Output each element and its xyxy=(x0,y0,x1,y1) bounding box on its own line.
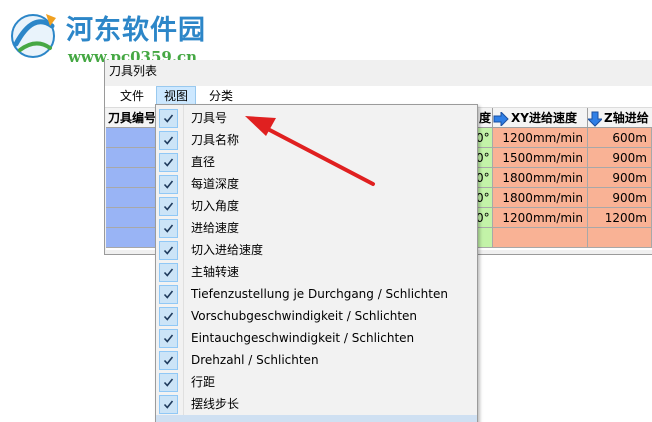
view-menu-item-label: 主轴转速 xyxy=(191,265,240,279)
view-menu-item[interactable]: Drehzahl / Schlichten xyxy=(156,349,477,371)
cell-xy-feed[interactable]: 1200mm/min xyxy=(493,208,588,228)
checkmark-icon xyxy=(159,285,178,304)
view-menu-item[interactable]: Vorschubgeschwindigkeit / Schlichten xyxy=(156,305,477,327)
checkmark-icon xyxy=(159,263,178,282)
checkmark-icon xyxy=(159,153,178,172)
window-title: 刀具列表 xyxy=(109,64,158,78)
header-xy-feed-label: XY进给速度 xyxy=(511,111,577,125)
cell-z-feed[interactable] xyxy=(588,228,652,248)
cell-xy-feed[interactable] xyxy=(493,228,588,248)
checkmark-icon xyxy=(159,351,178,370)
view-menu-item-label: 切入角度 xyxy=(191,199,240,213)
view-menu-item-label: 刀具号 xyxy=(191,111,228,125)
view-menu-item[interactable]: Eintauchgeschwindigkeit / Schlichten xyxy=(156,327,477,349)
view-menu-item-label: Eintauchgeschwindigkeit / Schlichten xyxy=(191,331,415,345)
cell-tool-number[interactable] xyxy=(106,148,157,168)
view-menu-item[interactable]: 每道深度 xyxy=(156,173,477,195)
cell-z-feed[interactable]: 900m xyxy=(588,168,652,188)
cell-angle[interactable]: 0° xyxy=(476,188,493,208)
checkmark-icon xyxy=(159,219,178,238)
cell-angle[interactable]: 0° xyxy=(476,148,493,168)
screenshot: 河东软件园 www.pc0359.cn 刀具列表 文件 视图 分类 刀具编号 度… xyxy=(0,0,652,422)
view-menu-item-label: 每道深度 xyxy=(191,177,240,191)
checkmark-icon xyxy=(159,241,178,260)
view-menu-item-partial[interactable] xyxy=(156,415,477,422)
checkmark-icon xyxy=(159,395,178,414)
cell-z-feed[interactable]: 900m xyxy=(588,188,652,208)
view-menu-item[interactable]: 直径 xyxy=(156,151,477,173)
header-z-feed-label: Z轴进给 xyxy=(604,111,649,125)
watermark-logo-icon xyxy=(11,14,56,58)
checkmark-icon xyxy=(159,307,178,326)
view-menu-item[interactable]: 行距 xyxy=(156,371,477,393)
view-menu-item[interactable]: 切入角度 xyxy=(156,195,477,217)
checkmark-icon xyxy=(159,131,178,150)
arrow-right-icon xyxy=(493,111,509,126)
view-menu-item-label: Drehzahl / Schlichten xyxy=(191,353,319,367)
cell-tool-number[interactable] xyxy=(106,208,157,228)
checkmark-icon xyxy=(159,109,178,128)
checkmark-icon xyxy=(159,373,178,392)
view-menu-dropdown: 刀具号刀具名称直径每道深度切入角度进给速度切入进给速度 主轴转速 Tiefenzus… xyxy=(155,104,478,422)
cell-z-feed[interactable]: 1200m xyxy=(588,208,652,228)
view-menu-item[interactable]: 摆线步长 xyxy=(156,393,477,415)
cell-tool-number[interactable] xyxy=(106,228,157,248)
header-angle[interactable]: 度 xyxy=(476,108,493,128)
view-menu-item-label: 直径 xyxy=(191,155,216,169)
arrow-down-icon xyxy=(588,111,602,127)
view-menu-item-label: 摆线步长 xyxy=(191,397,240,411)
cell-xy-feed[interactable]: 1500mm/min xyxy=(493,148,588,168)
view-menu-item[interactable]: Tiefenzustellung je Durchgang / Schlicht… xyxy=(156,283,477,305)
cell-xy-feed[interactable]: 1200mm/min xyxy=(493,128,588,148)
header-tool-number[interactable]: 刀具编号 xyxy=(106,108,157,128)
cell-z-feed[interactable]: 600m xyxy=(588,128,652,148)
view-menu-item[interactable]: 进给速度 xyxy=(156,217,477,239)
view-menu-item[interactable]: 切入进给速度 xyxy=(156,239,477,261)
view-menu-item-label: Vorschubgeschwindigkeit / Schlichten xyxy=(191,309,418,323)
view-menu-item[interactable]: 刀具名称 xyxy=(156,129,477,151)
view-menu-item-label: 进给速度 xyxy=(191,221,240,235)
watermark-title: 河东软件园 xyxy=(66,15,206,46)
header-z-feed[interactable]: Z轴进给 xyxy=(588,108,652,128)
cell-angle[interactable] xyxy=(476,228,493,248)
view-menu-item[interactable]: 主轴转速 xyxy=(156,261,477,283)
view-menu-item[interactable]: 刀具号 xyxy=(156,107,477,129)
cell-tool-number[interactable] xyxy=(106,188,157,208)
checkmark-icon xyxy=(159,329,178,348)
view-menu-item-label: 刀具名称 xyxy=(191,133,240,147)
checkmark-icon xyxy=(159,197,178,216)
menu-category[interactable]: 分类 xyxy=(202,86,240,106)
menu-file[interactable]: 文件 xyxy=(113,86,151,106)
view-menu-item-label: 行距 xyxy=(191,375,216,389)
header-xy-feed[interactable]: XY进给速度 xyxy=(493,108,588,128)
cell-xy-feed[interactable]: 1800mm/min xyxy=(493,168,588,188)
view-menu-item-label: Tiefenzustellung je Durchgang / Schlicht… xyxy=(191,287,448,301)
cell-angle[interactable]: 0° xyxy=(476,208,493,228)
cell-tool-number[interactable] xyxy=(106,168,157,188)
view-menu-item-label: 切入进给速度 xyxy=(191,243,264,257)
cell-angle[interactable]: 0° xyxy=(476,128,493,148)
cell-angle[interactable]: 0° xyxy=(476,168,493,188)
cell-tool-number[interactable] xyxy=(106,128,157,148)
cell-xy-feed[interactable]: 1800mm/min xyxy=(493,188,588,208)
checkmark-icon xyxy=(159,175,178,194)
cell-z-feed[interactable]: 900m xyxy=(588,148,652,168)
